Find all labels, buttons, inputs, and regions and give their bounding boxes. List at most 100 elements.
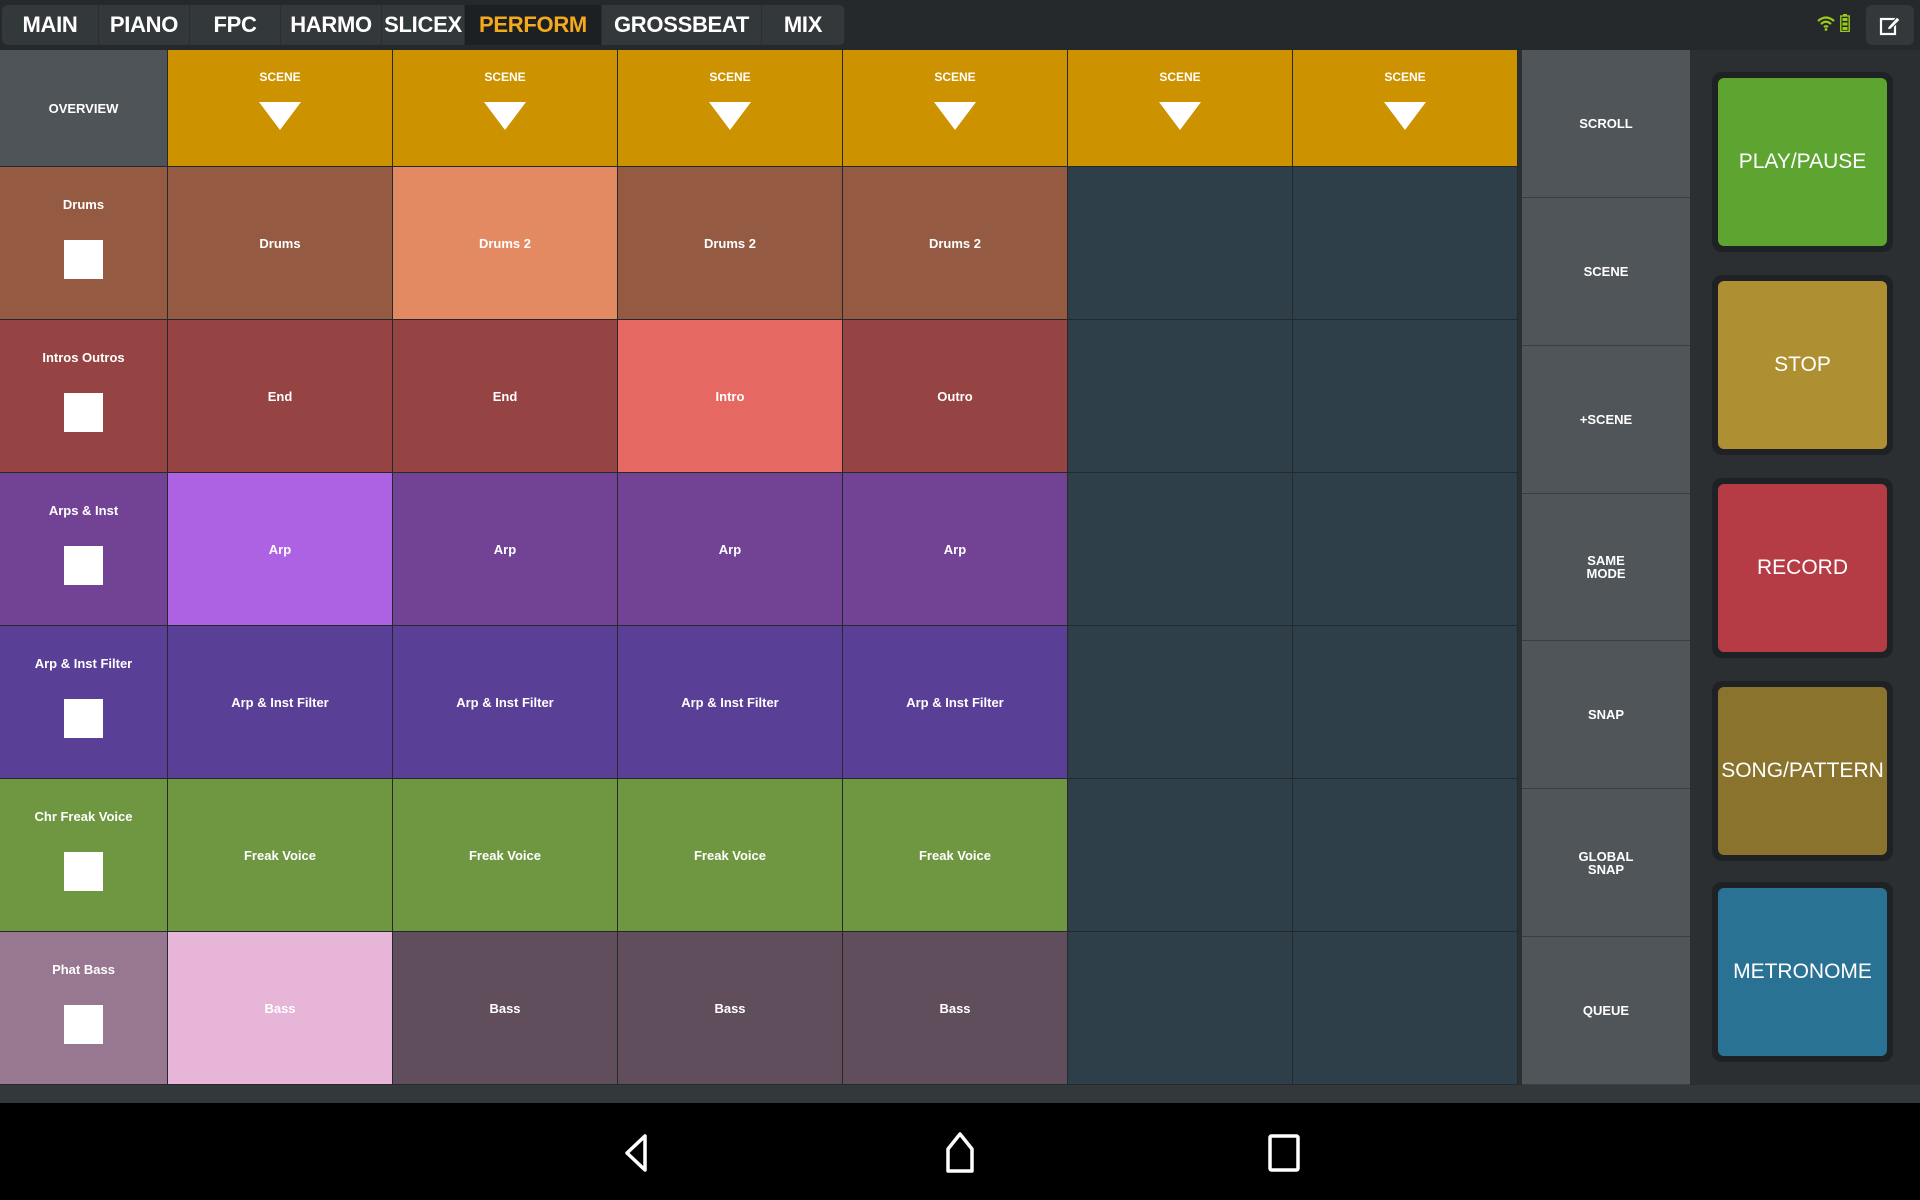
recents-button[interactable] <box>1260 1131 1308 1175</box>
scene-launch-button[interactable]: SCENE <box>1293 50 1518 167</box>
tab-perform[interactable]: PERFORM <box>465 5 602 45</box>
transport-frame: RECORD <box>1712 478 1893 658</box>
track-stop-button[interactable] <box>64 852 103 891</box>
control-same-mode-button[interactable]: SAME MODE <box>1522 494 1690 642</box>
clip-label: Drums <box>259 235 301 251</box>
scene-launch-button[interactable]: SCENE <box>168 50 393 167</box>
empty-clip-slot[interactable] <box>1293 932 1518 1085</box>
empty-clip-slot[interactable] <box>1293 473 1518 626</box>
clip-slot[interactable]: Freak Voice <box>618 779 843 932</box>
scene-label: SCENE <box>709 70 751 84</box>
clip-slot[interactable]: Arp & Inst Filter <box>618 626 843 779</box>
track-header[interactable]: Intros Outros <box>0 320 168 473</box>
empty-clip-slot[interactable] <box>1068 167 1293 320</box>
clip-slot[interactable]: Arp & Inst Filter <box>393 626 618 779</box>
tab-slicex[interactable]: SLICEX <box>382 5 465 45</box>
tab-mix[interactable]: MIX <box>762 5 845 45</box>
play-pause-button[interactable]: PLAY/PAUSE <box>1718 78 1887 246</box>
track-stop-button[interactable] <box>64 1005 103 1044</box>
stop-button[interactable]: STOP <box>1718 281 1887 449</box>
clip-slot[interactable]: Arp <box>843 473 1068 626</box>
tab-harmo[interactable]: HARMO <box>281 5 382 45</box>
control-snap-button[interactable]: SNAP <box>1522 641 1690 790</box>
transport-frame: METRONOME <box>1712 882 1893 1062</box>
empty-clip-slot[interactable] <box>1293 779 1518 932</box>
track-stop-button[interactable] <box>64 546 103 585</box>
back-button[interactable] <box>614 1131 662 1175</box>
clip-label: Arp & Inst Filter <box>681 694 779 710</box>
home-button[interactable] <box>936 1131 984 1175</box>
empty-clip-slot[interactable] <box>1068 320 1293 473</box>
scene-label: SCENE <box>259 70 301 84</box>
clip-slot[interactable]: Drums 2 <box>618 167 843 320</box>
track-stop-button[interactable] <box>64 240 103 279</box>
transport-frame: STOP <box>1712 275 1893 455</box>
track-stop-button[interactable] <box>64 699 103 738</box>
control-scroll-button[interactable]: SCROLL <box>1522 50 1690 198</box>
clip-label: Drums 2 <box>703 235 757 251</box>
track-header[interactable]: Phat Bass <box>0 932 168 1085</box>
scene-launch-button[interactable]: SCENE <box>393 50 618 167</box>
transport-frame: PLAY/PAUSE <box>1712 72 1893 252</box>
empty-clip-slot[interactable] <box>1293 626 1518 779</box>
clip-slot[interactable]: Freak Voice <box>393 779 618 932</box>
edit-icon <box>1879 16 1901 36</box>
empty-clip-slot[interactable] <box>1068 779 1293 932</box>
scene-launch-button[interactable]: SCENE <box>1068 50 1293 167</box>
clip-slot[interactable]: Bass <box>843 932 1068 1085</box>
clip-slot[interactable]: Freak Voice <box>168 779 393 932</box>
tab-fpc[interactable]: FPC <box>190 5 281 45</box>
clip-slot[interactable]: Bass <box>168 932 393 1085</box>
record-button[interactable]: RECORD <box>1718 484 1887 652</box>
clip-slot[interactable]: Drums 2 <box>393 167 618 320</box>
control-scene-button[interactable]: SCENE <box>1522 198 1690 346</box>
clip-slot[interactable]: Arp <box>393 473 618 626</box>
clip-label: Arp <box>493 541 517 557</box>
clip-slot[interactable]: End <box>393 320 618 473</box>
scene-label: SCENE <box>484 70 526 84</box>
empty-clip-slot[interactable] <box>1068 473 1293 626</box>
track-name: Drums <box>62 197 105 212</box>
clip-label: Freak Voice <box>468 847 542 863</box>
control-queue-button[interactable]: QUEUE <box>1522 937 1690 1085</box>
clip-slot[interactable]: Bass <box>393 932 618 1085</box>
android-navbar <box>0 1103 1920 1200</box>
clip-grid: OVERVIEW SCENE SCENE SCENE SCENE SCENE SCENE Dr… <box>0 50 1518 1085</box>
bottom-strip <box>0 1085 1920 1103</box>
empty-clip-slot[interactable] <box>1293 320 1518 473</box>
empty-clip-slot[interactable] <box>1068 932 1293 1085</box>
edit-button[interactable] <box>1866 5 1914 45</box>
clip-label: Outro <box>937 388 973 404</box>
clip-slot[interactable]: End <box>168 320 393 473</box>
tab-main[interactable]: MAIN <box>2 5 99 45</box>
track-header[interactable]: Arp & Inst Filter <box>0 626 168 779</box>
tab-piano[interactable]: PIANO <box>99 5 190 45</box>
track-name: Phat Bass <box>52 962 115 977</box>
metronome-button[interactable]: METRONOME <box>1718 888 1887 1056</box>
track-header[interactable]: Drums <box>0 167 168 320</box>
song-pattern-button[interactable]: SONG/PATTERN <box>1718 687 1887 855</box>
clip-slot[interactable]: Arp & Inst Filter <box>843 626 1068 779</box>
clip-slot[interactable]: Outro <box>843 320 1068 473</box>
track-header[interactable]: Arps & Inst <box>0 473 168 626</box>
overview-button[interactable]: OVERVIEW <box>0 50 168 167</box>
clip-slot[interactable]: Arp <box>168 473 393 626</box>
control-global-snap-button[interactable]: GLOBAL SNAP <box>1522 789 1690 938</box>
clip-slot[interactable]: Freak Voice <box>843 779 1068 932</box>
clip-slot[interactable]: Drums <box>168 167 393 320</box>
control-scene-button[interactable]: +SCENE <box>1522 346 1690 494</box>
clip-slot[interactable]: Drums 2 <box>843 167 1068 320</box>
track-header[interactable]: Chr Freak Voice <box>0 779 168 932</box>
clip-slot[interactable]: Arp & Inst Filter <box>168 626 393 779</box>
tab-grossbeat[interactable]: GROSSBEAT <box>602 5 762 45</box>
clip-slot[interactable]: Arp <box>618 473 843 626</box>
scene-launch-button[interactable]: SCENE <box>843 50 1068 167</box>
triangle-down-icon <box>1384 102 1426 130</box>
clip-slot[interactable]: Bass <box>618 932 843 1085</box>
track-stop-button[interactable] <box>64 393 103 432</box>
empty-clip-slot[interactable] <box>1068 626 1293 779</box>
empty-clip-slot[interactable] <box>1293 167 1518 320</box>
clip-slot[interactable]: Intro <box>618 320 843 473</box>
scene-launch-button[interactable]: SCENE <box>618 50 843 167</box>
clip-label: Bass <box>264 1000 296 1016</box>
